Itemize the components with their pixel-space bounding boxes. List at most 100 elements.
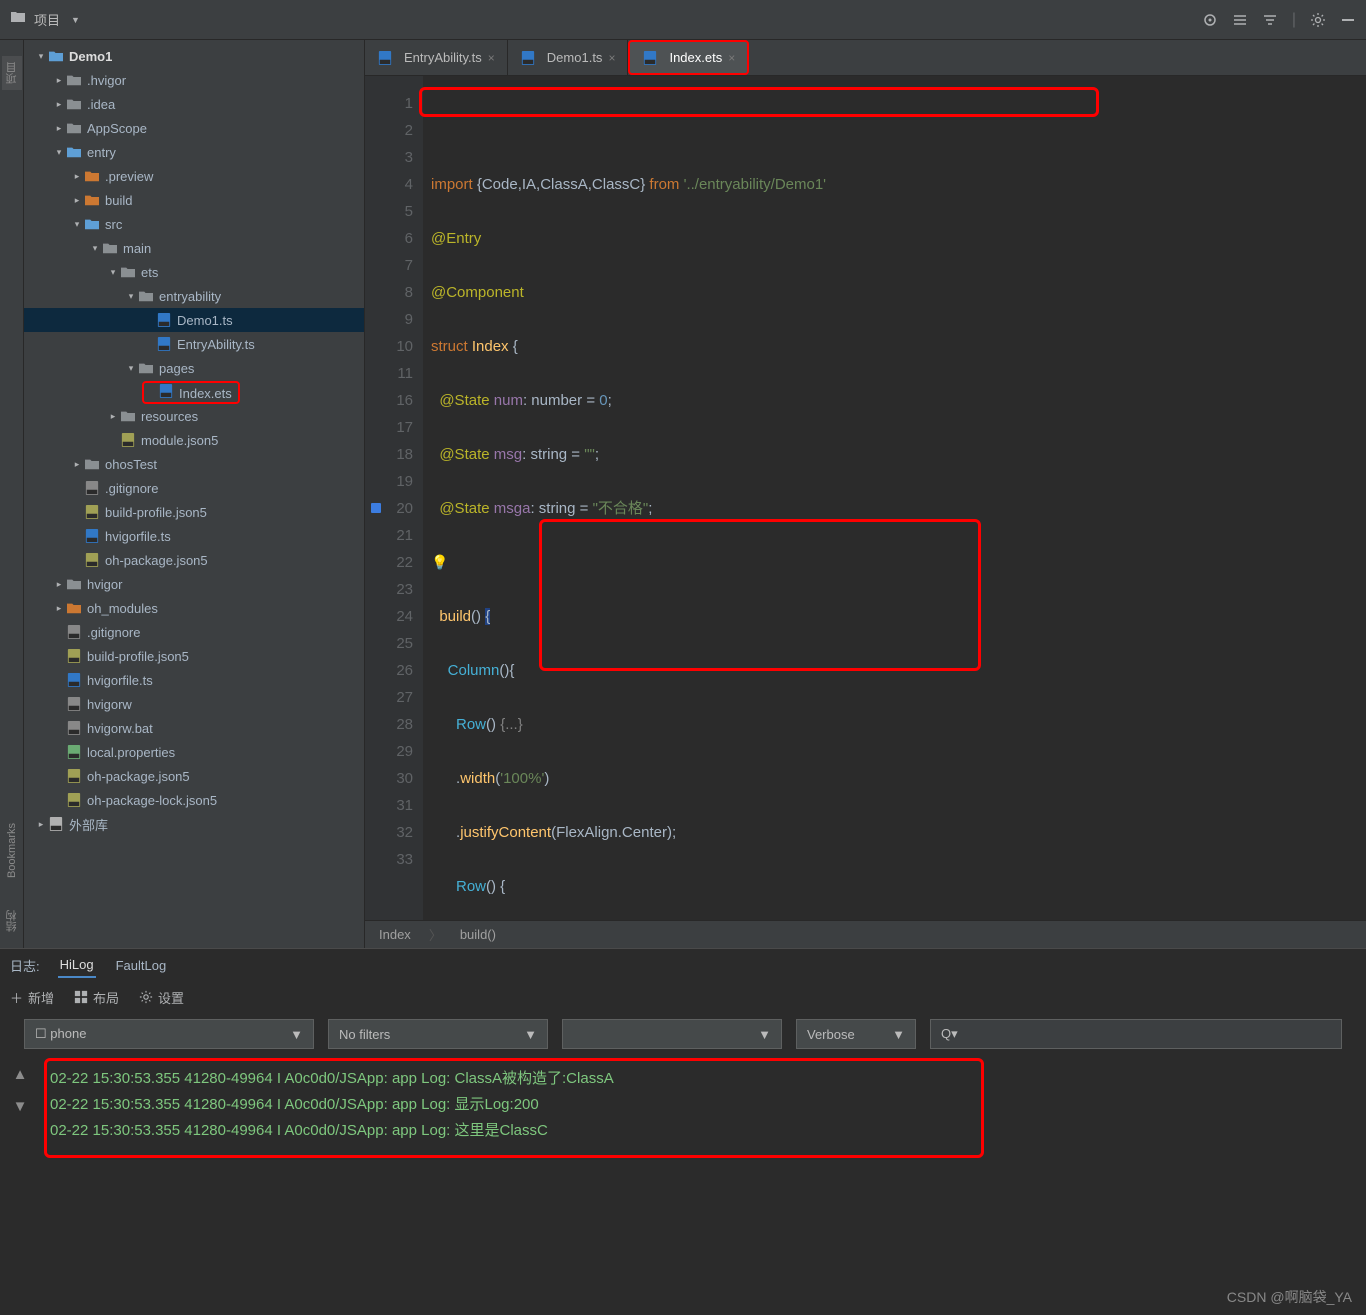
caret-right-icon[interactable]: ▸ — [70, 171, 84, 182]
caret-right-icon[interactable]: ▸ — [106, 411, 120, 422]
tree-item[interactable]: .gitignore — [24, 620, 364, 644]
structure-tool-tab[interactable]: 结构 — [2, 904, 22, 938]
breakpoint-icon[interactable] — [371, 503, 381, 513]
tree-item-label: Index.ets — [179, 386, 232, 401]
caret-down-icon[interactable]: ▾ — [52, 147, 66, 158]
log-tab-hilog[interactable]: HiLog — [58, 953, 96, 978]
tree-item[interactable]: ▸ build — [24, 188, 364, 212]
tree-item[interactable]: EntryAbility.ts — [24, 332, 364, 356]
caret-down-icon[interactable]: ▾ — [124, 363, 138, 374]
tree-item[interactable]: Demo1.ts — [24, 308, 364, 332]
code-area[interactable]: import {Code,IA,ClassA,ClassC} from '../… — [423, 76, 1366, 920]
close-icon[interactable]: × — [728, 51, 735, 65]
folder-icon — [66, 73, 82, 87]
folder-icon — [66, 121, 82, 135]
tree-item[interactable]: oh-package-lock.json5 — [24, 788, 364, 812]
editor-tab[interactable]: EntryAbility.ts× — [365, 40, 508, 75]
editor-tab[interactable]: Index.ets× — [628, 40, 749, 75]
left-tool-strip: 项目 Bookmarks 结构 — [0, 40, 24, 948]
hide-icon[interactable] — [1340, 12, 1356, 28]
tree-item[interactable]: ▾pages — [24, 356, 364, 380]
caret-right-icon[interactable]: ▸ — [34, 819, 48, 830]
tree-item[interactable]: ▸.hvigor — [24, 68, 364, 92]
locate-icon[interactable] — [1202, 12, 1218, 28]
tree-item[interactable]: module.json5 — [24, 428, 364, 452]
caret-right-icon[interactable]: ▸ — [52, 99, 66, 110]
caret-right-icon[interactable]: ▸ — [70, 195, 84, 206]
tree-item[interactable]: Index.ets — [24, 380, 364, 404]
expand-icon[interactable] — [1232, 12, 1248, 28]
bulb-icon[interactable]: 💡 — [431, 554, 448, 570]
tree-item[interactable]: ▾entryability — [24, 284, 364, 308]
tree-item[interactable]: ▸.preview — [24, 164, 364, 188]
tree-item[interactable]: ▾ets — [24, 260, 364, 284]
tree-item[interactable]: ▸AppScope — [24, 116, 364, 140]
tree-item[interactable]: oh-package.json5 — [24, 548, 364, 572]
caret-down-icon[interactable]: ▾ — [106, 267, 120, 278]
filter-select[interactable]: No filters▼ — [328, 1019, 548, 1049]
tree-item[interactable]: .gitignore — [24, 476, 364, 500]
collapse-icon[interactable] — [1262, 12, 1278, 28]
project-dropdown[interactable] — [10, 9, 26, 30]
caret-right-icon[interactable]: ▸ — [52, 75, 66, 86]
tree-item[interactable]: ▸resources — [24, 404, 364, 428]
down-icon[interactable]: ▼ — [13, 1094, 28, 1120]
up-icon[interactable]: ▲ — [13, 1062, 28, 1088]
caret-right-icon[interactable]: ▸ — [70, 459, 84, 470]
level-select[interactable]: Verbose▼ — [796, 1019, 916, 1049]
folder-o-icon — [84, 169, 100, 183]
caret-right-icon[interactable]: ▸ — [52, 603, 66, 614]
tree-item[interactable]: build-profile.json5 — [24, 500, 364, 524]
caret-down-icon[interactable]: ▾ — [88, 243, 102, 254]
tree-item-label: build — [105, 193, 132, 208]
log-tab-faultlog[interactable]: FaultLog — [114, 954, 169, 977]
caret-right-icon[interactable]: ▸ — [52, 579, 66, 590]
tag-select[interactable]: ▼ — [562, 1019, 782, 1049]
chevron-down-icon[interactable]: ▼ — [71, 15, 80, 25]
tree-item[interactable]: ▾ src — [24, 212, 364, 236]
caret-down-icon[interactable]: ▾ — [34, 51, 48, 62]
add-button[interactable]: ＋ 新增 — [10, 988, 54, 1007]
tree-item[interactable]: ▾entry — [24, 140, 364, 164]
bookmarks-tool-tab[interactable]: Bookmarks — [4, 817, 20, 884]
tree-item[interactable]: ▸.idea — [24, 92, 364, 116]
ets-icon — [642, 51, 658, 65]
caret-right-icon[interactable]: ▸ — [52, 123, 66, 134]
breadcrumb-item[interactable]: build() — [460, 927, 496, 942]
folder-icon — [66, 577, 82, 591]
tree-item[interactable]: build-profile.json5 — [24, 644, 364, 668]
settings-button[interactable]: 设置 — [139, 988, 184, 1007]
close-icon[interactable]: × — [488, 51, 495, 65]
tree-item[interactable]: ▸oh_modules — [24, 596, 364, 620]
search-input[interactable]: Q▾ — [930, 1019, 1342, 1049]
layout-button[interactable]: 布局 — [74, 988, 119, 1007]
device-select[interactable]: ☐ phone▼ — [24, 1019, 314, 1049]
gear-icon[interactable] — [1310, 12, 1326, 28]
tree-item-label: src — [105, 217, 122, 232]
ts-icon — [66, 673, 82, 687]
tree-item[interactable]: ▸外部库 — [24, 812, 364, 836]
editor-tab[interactable]: Demo1.ts× — [508, 40, 629, 75]
project-tool-tab[interactable]: 项目 — [2, 56, 22, 90]
folder-b-icon — [66, 145, 82, 159]
tree-item[interactable]: hvigorw — [24, 692, 364, 716]
tree-item[interactable]: hvigorfile.ts — [24, 668, 364, 692]
ts-icon — [520, 51, 536, 65]
caret-down-icon[interactable]: ▾ — [124, 291, 138, 302]
ts-icon — [156, 313, 172, 327]
tree-item[interactable]: ▸hvigor — [24, 572, 364, 596]
caret-down-icon[interactable]: ▾ — [70, 219, 84, 230]
tree-item[interactable]: ▾main — [24, 236, 364, 260]
tree-item[interactable]: ▾Demo1 — [24, 44, 364, 68]
tree-item[interactable]: oh-package.json5 — [24, 764, 364, 788]
json-icon — [84, 553, 100, 567]
tree-item-label: ohosTest — [105, 457, 157, 472]
tree-item[interactable]: hvigorw.bat — [24, 716, 364, 740]
close-icon[interactable]: × — [608, 51, 615, 65]
tree-item[interactable]: local.properties — [24, 740, 364, 764]
folder-icon — [138, 361, 154, 375]
tree-item[interactable]: hvigorfile.ts — [24, 524, 364, 548]
breadcrumb-item[interactable]: Index — [379, 927, 411, 942]
project-label[interactable]: 项目 — [34, 10, 60, 29]
tree-item[interactable]: ▸ ohosTest — [24, 452, 364, 476]
